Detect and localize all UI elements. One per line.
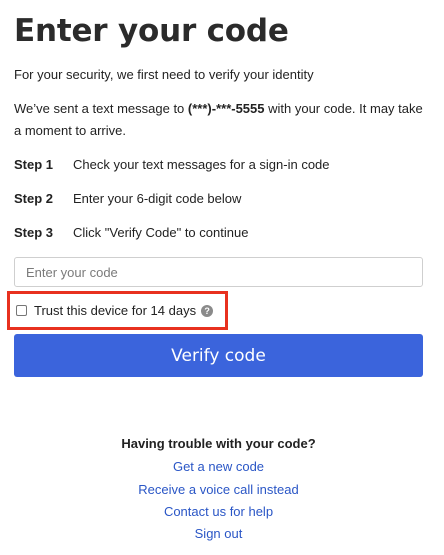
voice-call-link[interactable]: Receive a voice call instead bbox=[14, 481, 423, 499]
phone-masked: (***)-***- bbox=[187, 101, 236, 116]
trust-device-checkbox[interactable] bbox=[16, 305, 27, 316]
question-circle-icon[interactable]: ? bbox=[201, 304, 214, 317]
verify-code-button[interactable]: Verify code bbox=[14, 334, 423, 377]
sent-message: We’ve sent a text message to (***)-***-5… bbox=[14, 98, 424, 142]
trouble-heading: Having trouble with your code? bbox=[121, 436, 316, 451]
step-1: Step 1 Check your text messages for a sig… bbox=[14, 156, 330, 174]
step-number: Step 2 bbox=[14, 191, 54, 206]
step-text: Check your text messages for a sign-in c… bbox=[73, 157, 330, 172]
get-new-code-link[interactable]: Get a new code bbox=[14, 458, 423, 476]
step-2: Step 2 Enter your 6-digit code below bbox=[14, 190, 241, 208]
step-number: Step 1 bbox=[14, 157, 54, 172]
trust-device-highlight: Trust this device for 14 days ? bbox=[7, 291, 228, 330]
intro-text: For your security, we first need to veri… bbox=[14, 67, 314, 82]
sign-out-link[interactable]: Sign out bbox=[14, 525, 423, 543]
trust-device-label[interactable]: Trust this device for 14 days bbox=[34, 303, 196, 318]
step-text: Click "Verify Code" to continue bbox=[73, 225, 249, 240]
step-3: Step 3 Click "Verify Code" to continue bbox=[14, 224, 248, 242]
step-text: Enter your 6-digit code below bbox=[73, 191, 242, 206]
page-title: Enter your code bbox=[14, 13, 289, 49]
contact-help-link[interactable]: Contact us for help bbox=[14, 503, 423, 521]
code-input[interactable] bbox=[14, 257, 423, 287]
sent-prefix: We’ve sent a text message to bbox=[14, 101, 188, 116]
step-number: Step 3 bbox=[14, 225, 54, 240]
phone-last4: 5555 bbox=[235, 101, 265, 116]
